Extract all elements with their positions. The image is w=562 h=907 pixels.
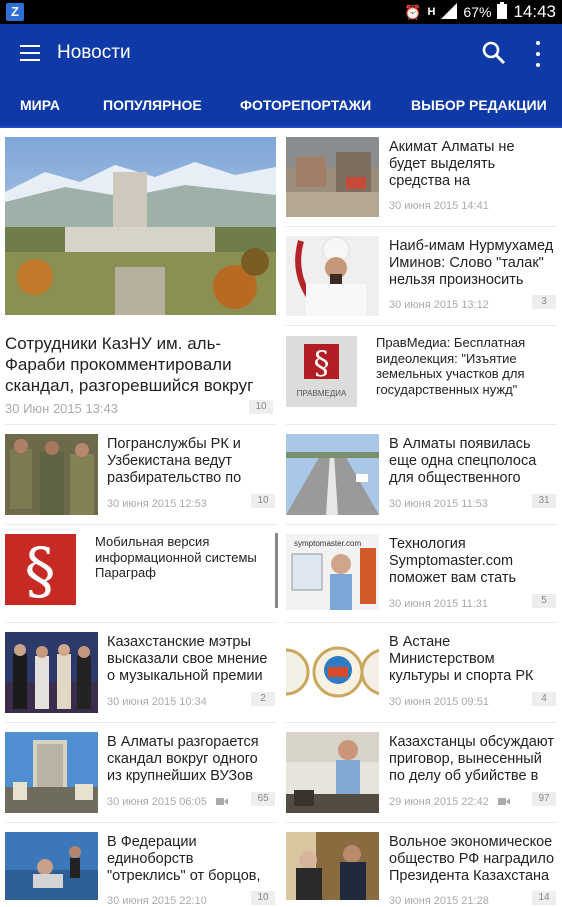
comment-count-badge: 65 [251,792,275,806]
video-icon [216,798,228,805]
news-title: Наиб-имам Нурмухамед Иминов: Слово "тала… [389,238,554,288]
battery-icon [497,2,508,22]
news-date: 30 июня 2015 14:41 [389,200,489,212]
comment-count-badge: 14 [532,891,556,905]
news-title: Казахстанцы обсуждают приговор, вынесенн… [389,734,554,784]
divider [286,424,557,425]
status-bar: Z ⏰ H 67% 14:43 [0,0,562,24]
search-icon[interactable] [482,41,506,65]
comment-count-badge: 5 [532,594,556,608]
svg-text:symptomaster.com: symptomaster.com [294,539,361,548]
divider [5,822,276,823]
divider [5,622,276,623]
featured-title: Сотрудники КазНУ им. аль-Фараби прокомме… [5,334,254,395]
comment-count-badge: 31 [532,494,556,508]
news-title: Технология Symptomaster.com поможет вам … [389,536,517,586]
news-thumbnail [286,732,379,813]
divider [286,822,557,823]
news-date: 29 июня 2015 22:42 [389,796,489,808]
news-thumbnail [5,632,98,713]
news-date: 30 июня 2015 13:12 [389,299,489,311]
comment-count-badge: 3 [532,295,556,309]
news-title: В Федерации единоборств "отреклись" от б… [107,834,261,884]
divider [5,424,276,425]
news-thumbnail [5,434,98,515]
comment-count-badge: 10 [249,400,273,414]
news-title: В Алматы появилась еще одна спецполоса д… [389,436,537,486]
news-date: 30 июня 2015 21:28 [389,895,489,907]
news-title: ПравМедиа: Бесплатная видеолекция: "Изъя… [376,335,526,397]
app-notification-icon: Z [6,3,24,21]
featured-image [5,137,276,315]
tab-popular[interactable]: ПОПУЛЯРНОЕ [103,97,202,113]
divider [286,226,557,227]
news-thumbnail [286,632,379,713]
news-date: 30 июня 2015 11:53 [389,498,489,510]
network-icon: H [427,6,436,18]
svg-text:ПРАВМЕДИА: ПРАВМЕДИА [297,389,347,398]
news-thumbnail [286,832,379,900]
comment-count-badge: 2 [251,692,275,706]
svg-text:§: § [314,344,330,382]
menu-icon[interactable] [20,45,40,63]
category-tabs: МИРА ПОПУЛЯРНОЕ ФОТОРЕПОРТАЖИ ВЫБОР РЕДА… [0,84,562,128]
news-title: Вольное экономическое общество РФ наград… [389,834,555,884]
clock: 14:43 [513,2,556,21]
scrollbar[interactable] [275,533,278,608]
tab-indicator [0,126,562,128]
comment-count-badge: 97 [532,792,556,806]
news-date: 30 июня 2015 10:34 [107,696,207,708]
app-bar: Новости [0,24,562,84]
news-date: 30 июня 2015 22:10 [107,895,207,907]
news-thumbnail [5,732,98,813]
video-icon [498,798,510,805]
paragraf-logo-icon: § [5,534,76,605]
tab-mira[interactable]: МИРА [20,97,60,113]
news-title: В Астане Министерством культуры и спорта… [389,634,534,684]
featured-date: 30 Июн 2015 13:43 [5,401,119,416]
news-date: 30 июня 2015 12:53 [107,498,207,510]
divider [286,325,557,326]
news-date: 30 июня 2015 09:51 [389,696,489,708]
news-thumbnail [286,137,379,217]
signal-icon [441,2,458,22]
news-thumbnail [286,434,379,515]
divider [286,622,557,623]
alarm-icon: ⏰ [404,3,422,20]
news-title: Акимат Алматы не будет выделять средства… [389,139,515,189]
news-thumbnail [5,832,98,900]
svg-text:§: § [25,534,56,605]
news-title: Казахстанские мэтры высказали свое мнени… [107,634,268,684]
news-title: В Алматы разгорается скандал вокруг одно… [107,734,259,784]
divider [5,524,276,525]
news-date: 30 июня 2015 11:31 [389,598,489,610]
tab-photo-reports[interactable]: ФОТОРЕПОРТАЖИ [240,97,371,113]
divider [286,524,557,525]
news-thumbnail: symptomaster.com [286,534,379,610]
tab-editors-choice[interactable]: ВЫБОР РЕДАКЦИИ [411,97,547,113]
battery-percent: 67% [463,4,492,20]
divider [286,722,557,723]
pravmedia-logo-icon: § ПРАВМЕДИА [286,336,357,407]
page-title: Новости [57,42,131,63]
more-options-icon[interactable] [530,41,546,67]
news-title: Мобильная версия информационной системы … [95,534,257,580]
news-date: 30 июня 2015 06:05 [107,796,207,808]
comment-count-badge: 4 [532,692,556,706]
comment-count-badge: 10 [251,494,275,508]
divider [5,722,276,723]
news-thumbnail [286,236,379,316]
comment-count-badge: 10 [251,891,275,905]
news-title: Погранслужбы РК и Узбекистана ведут разб… [107,436,242,486]
